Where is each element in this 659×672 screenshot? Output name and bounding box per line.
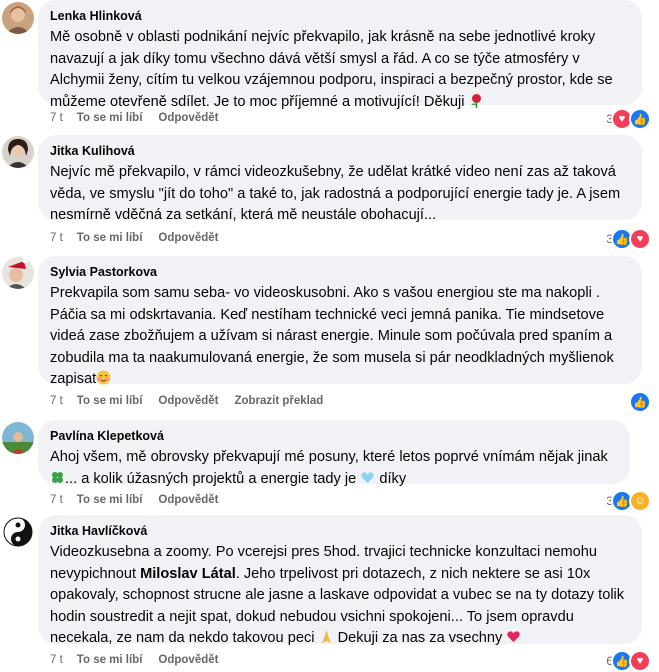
comment-author[interactable]: Pavlína Klepetková [50,428,618,444]
folded-hands-emoji-icon [319,629,334,644]
like-button[interactable]: To se mi líbí [77,112,143,124]
like-icon: 👍 [629,391,651,413]
love-icon: ♥ [629,650,651,672]
avatar[interactable] [2,422,34,454]
red-heart-emoji-icon [506,629,521,644]
reply-button[interactable]: Odpovědět [158,232,218,244]
translate-button[interactable]: Zobrazit překlad [234,395,323,407]
reactions-summary[interactable]: 6 👍 ♥ [606,650,651,672]
like-icon: 👍 [629,108,651,130]
comment-actions: 7 t To se mi líbí Odpovědět [50,494,234,506]
mention-link[interactable]: Miloslav Látal [140,566,236,582]
comment-bubble: Jitka Kulihová Nejvíc mě překvapilo, v r… [38,135,642,223]
comment-actions: 7 t To se mi líbí Odpovědět Zobrazit pře… [50,395,339,407]
comment-actions: 7 t To se mi líbí Odpovědět [50,654,234,666]
reactions-summary[interactable]: 3 ♥ 👍 [606,108,651,130]
comment-text: Nejvíc mě překvapilo, v rámci videozkuše… [50,164,621,223]
comment-actions: 7 t To se mi líbí Odpovědět [50,232,234,244]
comment-author[interactable]: Sylvia Pastorkova [50,264,630,280]
care-icon: ☺ [629,490,651,512]
love-icon: ♥ [629,228,651,250]
comment-time[interactable]: 7 t [50,232,63,244]
reply-button[interactable]: Odpovědět [158,494,218,506]
comment-author[interactable]: Jitka Kulihová [50,143,630,159]
comment-author[interactable]: Jitka Havlíčková [50,523,630,539]
avatar[interactable] [2,257,34,289]
like-button[interactable]: To se mi líbí [77,654,143,666]
four-leaf-clover-emoji-icon [50,470,65,485]
avatar[interactable] [2,136,34,168]
reply-button[interactable]: Odpovědět [158,112,218,124]
rose-emoji-icon [469,93,484,108]
comment-text: Mě osobně v oblasti podnikání nejvíc pře… [50,29,613,110]
comment-time[interactable]: 7 t [50,494,63,506]
reactions-summary[interactable]: 3 👍 ♥ [606,228,651,250]
avatar[interactable] [2,516,34,548]
comment-text: Videozkusebna a zoomy. Po vcerejsi pres … [50,544,625,646]
comment-bubble: Sylvia Pastorkova Prekvapila som samu se… [38,256,642,387]
comment-bubble: Lenka Hlinková Mě osobně v oblasti podni… [38,0,642,110]
comment-time[interactable]: 7 t [50,112,63,124]
comment-time[interactable]: 7 t [50,654,63,666]
comment-text: Ahoj všem, mě obrovsky překvapují mé pos… [50,449,608,487]
smiling-face-emoji-icon [96,370,111,385]
reactions-summary[interactable]: 3 👍 ☺ [606,490,651,512]
like-button[interactable]: To se mi líbí [77,494,143,506]
reply-button[interactable]: Odpovědět [158,654,218,666]
like-button[interactable]: To se mi líbí [77,395,143,407]
comment-author[interactable]: Lenka Hlinková [50,8,630,24]
avatar[interactable] [2,2,34,34]
comment-actions: 7 t To se mi líbí Odpovědět [50,112,234,124]
comment-bubble: Jitka Havlíčková Videozkusebna a zoomy. … [38,515,642,646]
blue-heart-emoji-icon [360,470,375,485]
comment-time[interactable]: 7 t [50,395,63,407]
reactions-summary[interactable]: 👍 [629,391,651,413]
comment-text: Prekvapila som samu seba- vo videoskusob… [50,285,614,387]
reply-button[interactable]: Odpovědět [158,395,218,407]
like-button[interactable]: To se mi líbí [77,232,143,244]
comment-bubble: Pavlína Klepetková Ahoj všem, mě obrovsk… [38,420,630,487]
